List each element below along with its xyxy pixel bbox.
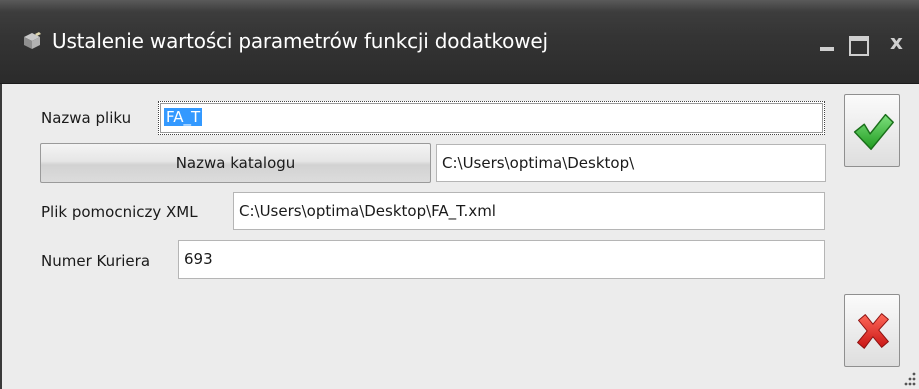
close-icon: x xyxy=(890,30,903,54)
courier-number-input[interactable]: 693 xyxy=(178,240,825,279)
red-x-icon xyxy=(857,313,889,349)
app-icon xyxy=(24,32,41,49)
title-bar[interactable]: Ustalenie wartości parametrów funkcji do… xyxy=(0,0,919,84)
xml-helper-input[interactable]: C:\Users\optima\Desktop\FA_T.xml xyxy=(233,192,825,230)
xml-helper-label: Plik pomocniczy XML xyxy=(41,203,198,221)
confirm-button[interactable] xyxy=(844,94,900,167)
window-title: Ustalenie wartości parametrów funkcji do… xyxy=(52,29,548,53)
catalog-name-button[interactable]: Nazwa katalogu xyxy=(40,143,431,183)
courier-number-label: Numer Kuriera xyxy=(41,252,151,270)
maximize-button[interactable] xyxy=(844,28,870,56)
dialog-window: Ustalenie wartości parametrów funkcji do… xyxy=(0,0,919,389)
resize-grip-icon[interactable] xyxy=(904,370,918,388)
catalog-path-input[interactable]: C:\Users\optima\Desktop\ xyxy=(436,144,826,182)
green-checkmark-icon xyxy=(853,113,894,151)
minimize-button[interactable] xyxy=(815,28,841,56)
file-name-value: FA_T xyxy=(164,108,203,126)
file-name-input[interactable]: FA_T xyxy=(158,101,825,135)
cancel-button[interactable] xyxy=(844,294,900,367)
close-window-button[interactable]: x xyxy=(884,28,910,56)
window-border xyxy=(0,84,2,389)
file-name-label: Nazwa pliku xyxy=(41,109,132,127)
